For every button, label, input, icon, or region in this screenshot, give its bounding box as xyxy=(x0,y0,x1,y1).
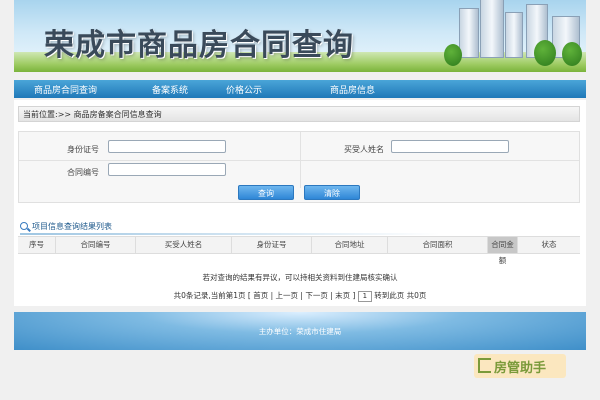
column-header: 合同编号 xyxy=(56,237,136,253)
pager-goto-link[interactable]: 转到此页 xyxy=(374,291,404,300)
pager-summary: 共0条记录,当前第1页 xyxy=(173,291,246,300)
results-title: 项目信息查询结果列表 xyxy=(32,222,112,231)
pager-first-link[interactable]: 首页 xyxy=(253,291,268,300)
form-divider xyxy=(19,160,579,161)
form-divider xyxy=(300,132,301,188)
contract-number-input[interactable] xyxy=(108,163,226,176)
nav-item-filing-system[interactable]: 备案系统 xyxy=(152,83,188,96)
tree-decoration xyxy=(444,44,462,66)
query-button[interactable]: 查询 xyxy=(238,185,294,200)
contract-number-label: 合同编号 xyxy=(67,168,99,177)
id-number-input[interactable] xyxy=(108,140,226,153)
watermark-text: 房管助手 xyxy=(494,361,547,376)
buyer-name-input[interactable] xyxy=(391,140,509,153)
column-header: 合同地址 xyxy=(312,237,388,253)
page-number-input[interactable]: 1 xyxy=(357,290,372,302)
column-header: 状态 xyxy=(541,240,557,249)
search-form: 身份证号 买受人姓名 合同编号 xyxy=(18,131,580,203)
id-number-label: 身份证号 xyxy=(67,145,99,154)
nav-item-contract-query[interactable]: 商品房合同查询 xyxy=(34,83,97,96)
buyer-name-label: 买受人姓名 xyxy=(344,145,384,154)
watermark: 房管助手 xyxy=(474,354,566,378)
tree-decoration xyxy=(534,40,556,66)
nav-item-housing-info[interactable]: 商品房信息 xyxy=(330,83,375,96)
column-header: 合同面积 xyxy=(388,237,488,253)
column-header: 身份证号 xyxy=(232,237,312,253)
notice-text: 若对查询的结果有异议，可以持相关资料到住建局核实确认 xyxy=(202,273,398,282)
search-icon xyxy=(20,222,28,230)
building-decoration xyxy=(459,8,479,58)
nav-item-price-public[interactable]: 价格公示 xyxy=(226,83,262,96)
pager-prev-link[interactable]: 上一页 xyxy=(276,291,299,300)
pager-next-link[interactable]: 下一页 xyxy=(305,291,328,300)
page-title: 荣成市商品房合同查询 xyxy=(44,28,354,63)
house-icon xyxy=(478,358,491,373)
pager-last-link[interactable]: 末页 xyxy=(335,291,350,300)
tree-decoration xyxy=(562,42,582,66)
header-banner: 荣成市商品房合同查询 xyxy=(14,0,586,72)
building-decoration xyxy=(505,12,523,58)
footer: 主办单位：荣成市住建局 xyxy=(14,312,586,350)
column-header: 序号 xyxy=(18,237,56,253)
building-decoration xyxy=(480,0,504,58)
results-section-title: 项目信息查询结果列表 xyxy=(20,220,440,235)
clear-button[interactable]: 清除 xyxy=(304,185,360,200)
pager-total-pages: 共0页 xyxy=(406,291,427,300)
results-table-header: 序号 合同编号 买受人姓名 身份证号 合同地址 合同面积 合同金额 状态 xyxy=(18,236,580,265)
footer-text: 主办单位：荣成市住建局 xyxy=(258,327,342,336)
column-header: 买受人姓名 xyxy=(136,237,232,253)
breadcrumb: 当前位置:>> 商品房备案合同信息查询 xyxy=(18,106,580,122)
top-nav: 商品房合同查询 备案系统 价格公示 商品房信息 xyxy=(14,80,586,98)
column-header: 合同金额 xyxy=(488,237,518,265)
pagination: 共0条记录,当前第1页 [ 首页 | 上一页 | 下一页 | 末页 ] 1 转到… xyxy=(173,290,427,302)
title-underline xyxy=(20,233,440,235)
main-content: 当前位置:>> 商品房备案合同信息查询 身份证号 买受人姓名 合同编号 查询 清… xyxy=(14,100,586,306)
